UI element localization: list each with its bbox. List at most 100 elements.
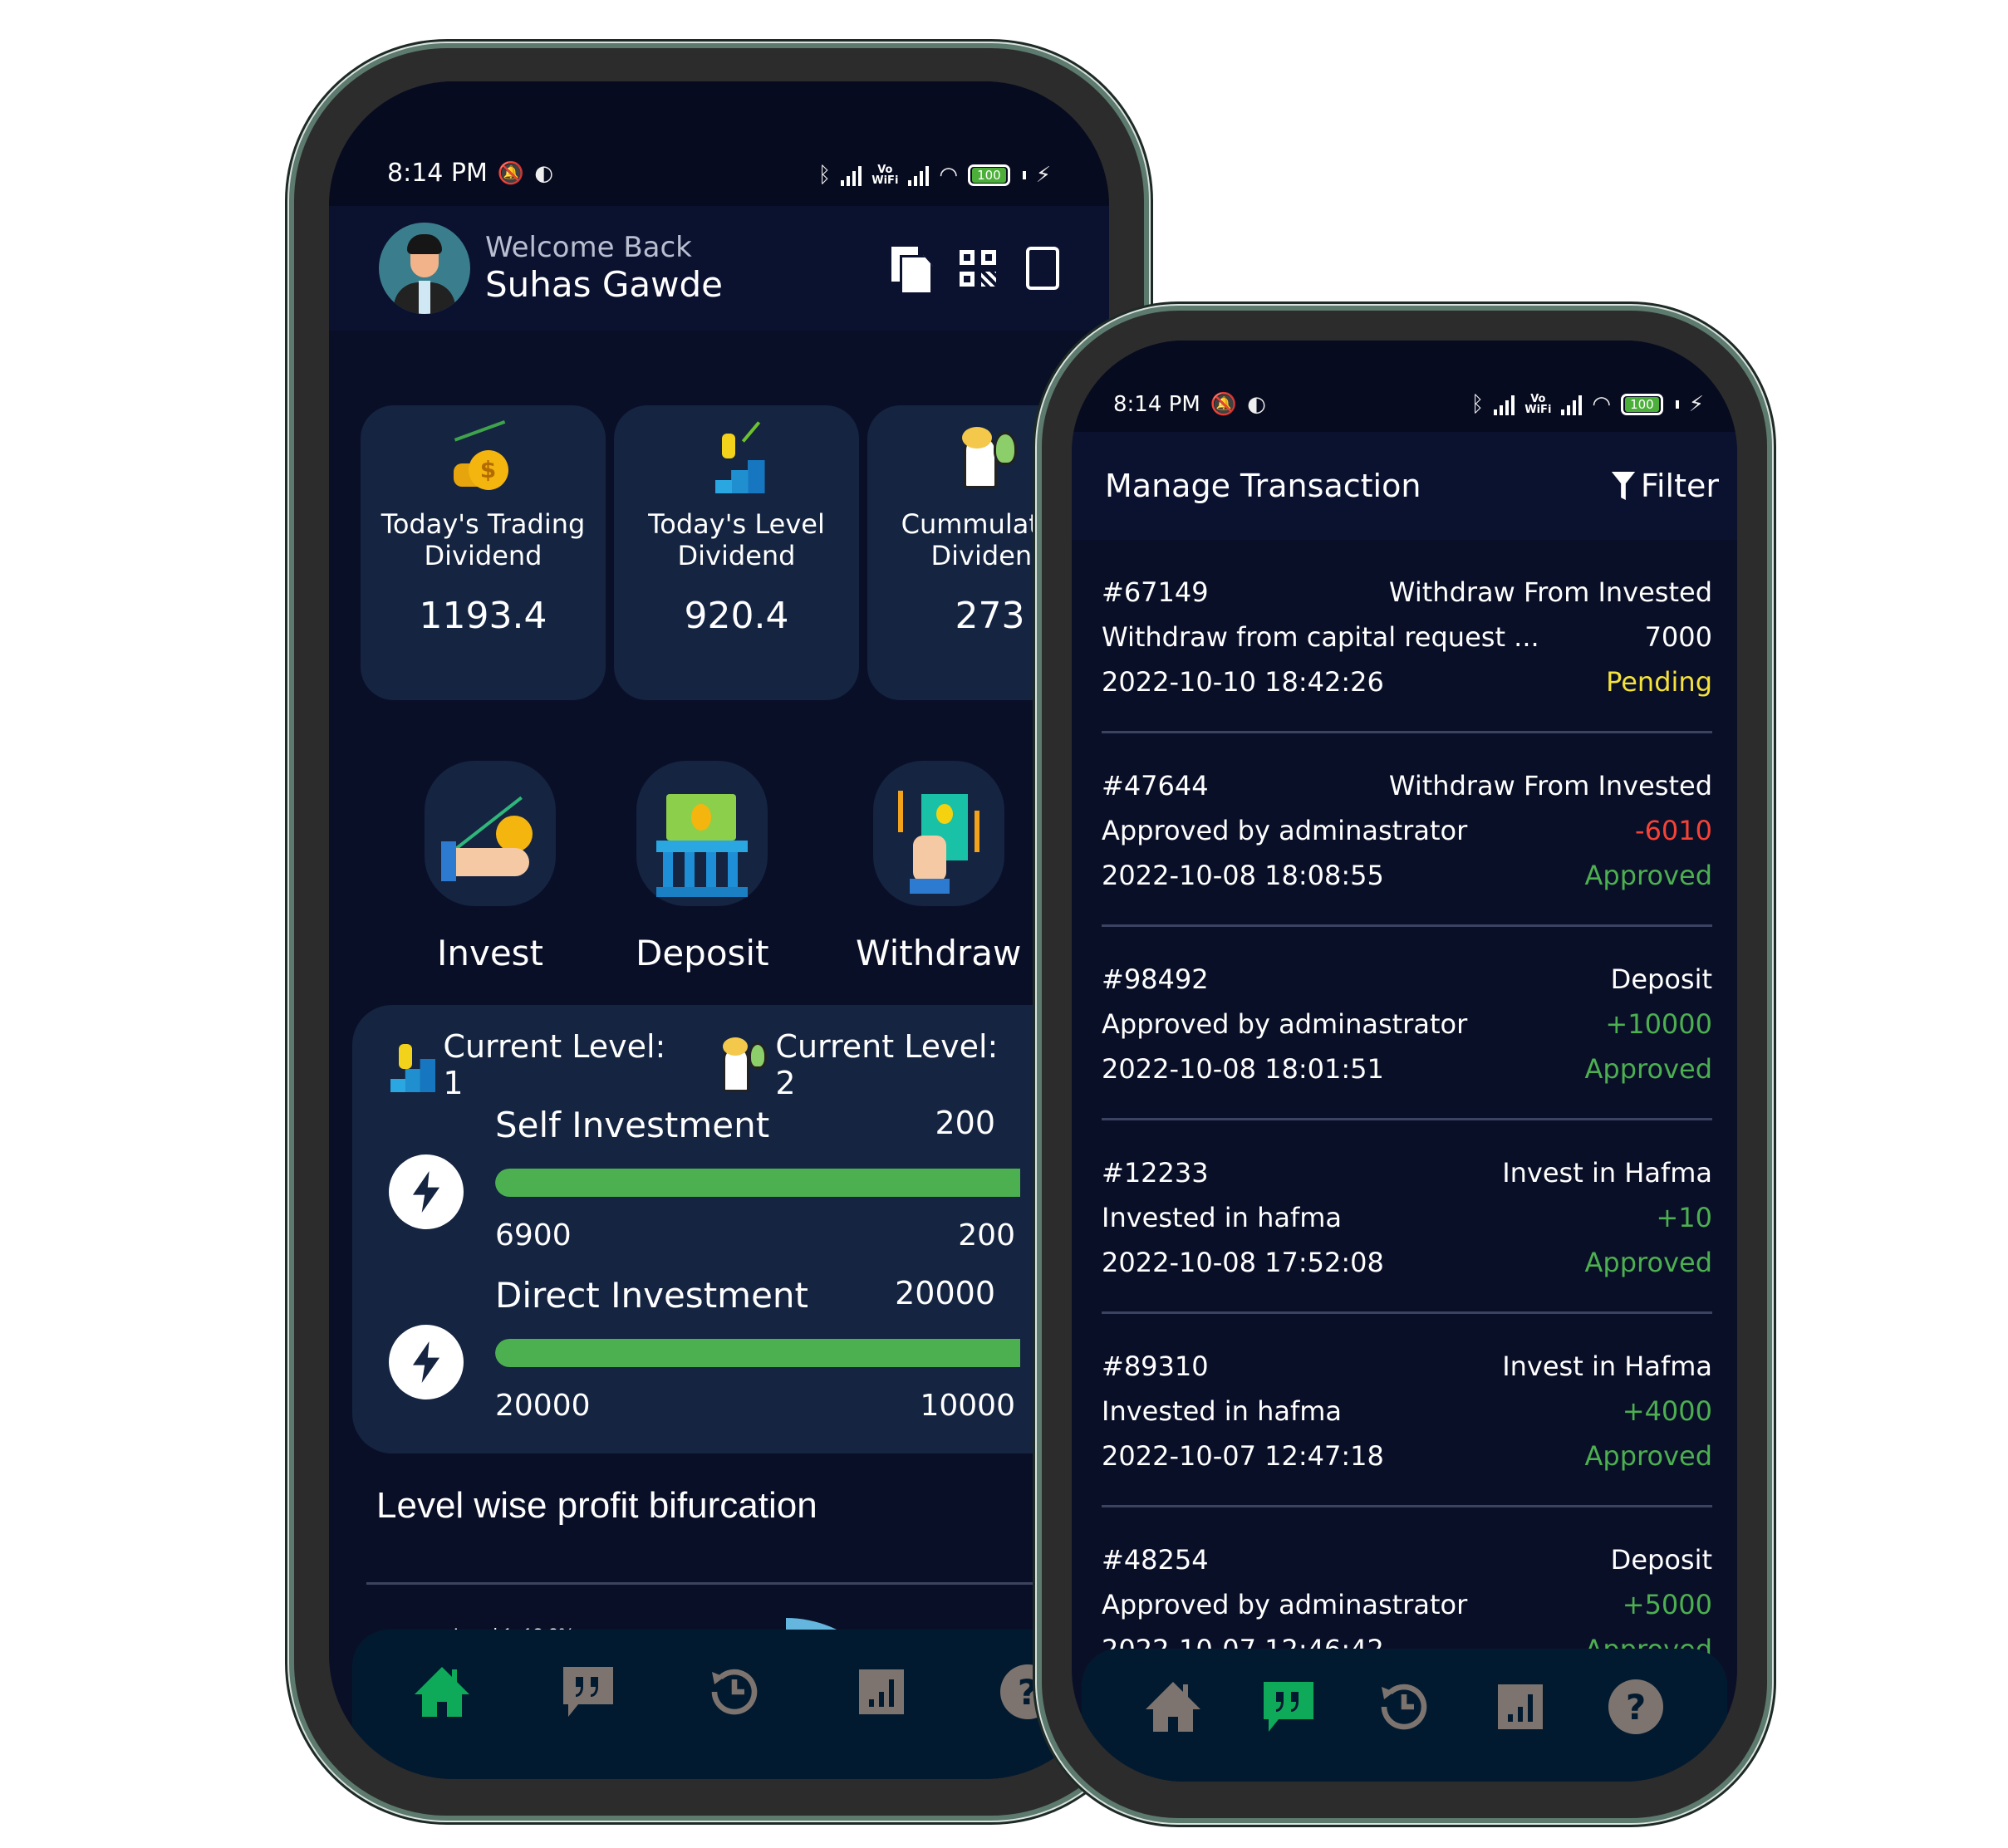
nav-history[interactable] (1374, 1677, 1434, 1737)
transaction-item[interactable]: #47644 Withdraw From Invested Approved by … (1102, 733, 1712, 927)
page-title: Manage Transaction (1105, 468, 1421, 504)
transaction-item[interactable]: #89310 Invest in Hafma Invested in hafma +4… (1102, 1314, 1712, 1507)
bar-chart-icon (858, 1669, 904, 1714)
transaction-id: #89310 (1102, 1350, 1209, 1382)
investment-title: Direct Investment (495, 1275, 808, 1316)
filter-button[interactable]: Filter (1611, 468, 1719, 504)
dividend-cards: $ Today's Trading Dividend 1193.4 Today'… (361, 405, 1109, 700)
transaction-status: Pending (1606, 666, 1712, 698)
transaction-item[interactable]: #67149 Withdraw From Invested Withdraw fro… (1102, 540, 1712, 733)
nav-reports[interactable] (852, 1662, 911, 1722)
transaction-type: Withdraw From Invested (1388, 576, 1712, 608)
businessman-moneybag-icon (957, 427, 1024, 493)
invest-label: Invest (436, 933, 544, 973)
deposit-button[interactable]: Deposit (636, 761, 769, 973)
investment-required: 200 (958, 1218, 1015, 1252)
level-label: Current Level: 2 (775, 1028, 999, 1101)
transaction-description: Approved by adminastrator (1102, 815, 1468, 846)
card-title: Today's Level Dividend (648, 508, 825, 571)
climbing-steps-icon (389, 1037, 435, 1092)
transaction-status: Approved (1584, 860, 1712, 891)
bank-deposit-icon (636, 761, 768, 906)
transaction-type: Withdraw From Invested (1388, 770, 1712, 801)
transaction-status: Approved (1584, 1440, 1712, 1472)
qr-code-icon[interactable] (960, 250, 996, 287)
nav-help[interactable]: ? (1606, 1677, 1666, 1737)
app-circle-icon: ◐ (1247, 392, 1266, 417)
withdraw-label: Withdraw (856, 933, 1022, 973)
nav-home[interactable] (1143, 1677, 1203, 1737)
mute-bell-icon: 🔕 (1210, 392, 1238, 417)
investment-title: Self Investment (495, 1105, 770, 1145)
transaction-id: #67149 (1102, 576, 1209, 608)
svg-text:?: ? (1626, 1687, 1646, 1728)
investment-required: 10000 (920, 1389, 1015, 1423)
withdraw-button[interactable]: Withdraw (856, 761, 1021, 973)
transactions-screen: 8:14 PM 🔕 ◐ ᛒ Vo WiFi ◠ 100 ⚡ Manage Tran… (1072, 341, 1737, 1782)
bluetooth-icon: ᛒ (1470, 392, 1485, 417)
transaction-amount: +10 (1656, 1202, 1712, 1233)
greeting: Welcome Back (485, 231, 692, 264)
investment-target: 20000 (895, 1275, 995, 1311)
quote-bubble-icon (563, 1667, 614, 1717)
nav-history[interactable] (705, 1662, 764, 1722)
status-time: 8:14 PM (1113, 392, 1200, 417)
profit-section-title: Level wise profit bifurcation (376, 1485, 817, 1526)
transaction-amount: 7000 (1644, 621, 1712, 653)
transaction-description: Withdraw from capital request ... (1102, 621, 1539, 653)
filter-label: Filter (1640, 468, 1719, 504)
avatar[interactable] (379, 223, 470, 314)
levels-panel: Current Level: 1 Current Level: 2 Self I… (352, 1005, 1042, 1453)
status-time: 8:14 PM (387, 159, 488, 188)
user-name: Suhas Gawde (485, 264, 724, 305)
current-level-1: Current Level: 1 (389, 1028, 685, 1101)
transaction-amount: -6010 (1635, 815, 1712, 846)
coins-trend-icon: $ (450, 419, 517, 493)
signal-icon (841, 164, 862, 186)
wifi-icon: ◠ (1592, 392, 1612, 417)
transaction-item[interactable]: #98492 Deposit Approved by adminastrator +1… (1102, 927, 1712, 1120)
help-icon: ? (1608, 1679, 1664, 1734)
home-header: Welcome Back Suhas Gawde (329, 206, 1109, 331)
status-bar: 8:14 PM 🔕 ◐ ᛒ Vo WiFi ◠ 100 ⚡ (1072, 341, 1737, 432)
battery-tip (1022, 171, 1026, 179)
phone-transactions: 8:14 PM 🔕 ◐ ᛒ Vo WiFi ◠ 100 ⚡ Manage Tran… (1037, 306, 1772, 1823)
self-investment-progress (495, 1169, 1020, 1197)
transaction-description: Approved by adminastrator (1102, 1008, 1468, 1040)
nav-home[interactable] (412, 1662, 472, 1722)
lightning-icon (389, 1154, 464, 1229)
transaction-description: Invested in hafma (1102, 1202, 1343, 1233)
lightning-icon (389, 1325, 464, 1399)
home-icon (1145, 1682, 1200, 1732)
level-label: Current Level: 1 (443, 1028, 666, 1101)
card-value: 273 (955, 595, 1025, 637)
vowifi-bottom: WiFi (871, 174, 899, 187)
status-bar: 8:14 PM 🔕 ◐ ᛒ Vo WiFi ◠ 100 ⚡ (329, 81, 1109, 206)
nav-quotes[interactable] (558, 1662, 618, 1722)
nav-reports[interactable] (1490, 1677, 1550, 1737)
battery-level: 100 (972, 168, 1006, 183)
signal-icon (1561, 394, 1583, 415)
documents-icon[interactable] (891, 247, 930, 290)
wifi-icon: ◠ (939, 163, 959, 188)
vowifi-icon: Vo WiFi (871, 164, 898, 186)
device-icon[interactable] (1026, 247, 1059, 290)
businessman-moneybag-icon (721, 1037, 768, 1092)
climbing-steps-icon (704, 421, 770, 493)
home-icon (415, 1667, 470, 1717)
battery-icon: 100 (1621, 394, 1663, 415)
current-level-2: Current Level: 2 (721, 1028, 1017, 1101)
charging-icon: ⚡ (1688, 392, 1704, 417)
level-dividend-card[interactable]: Today's Level Dividend 920.4 (614, 405, 859, 700)
transaction-status: Approved (1584, 1053, 1712, 1085)
card-title: Today's Trading Dividend (380, 508, 586, 571)
transaction-item[interactable]: #12233 Invest in Hafma Invested in hafma +1… (1102, 1120, 1712, 1314)
transaction-datetime: 2022-10-08 18:08:55 (1102, 860, 1384, 891)
nav-quotes[interactable] (1259, 1677, 1318, 1737)
card-value: 1193.4 (419, 595, 547, 637)
invest-hand-coin-icon (425, 761, 556, 906)
transaction-type: Invest in Hafma (1502, 1350, 1712, 1382)
invest-button[interactable]: Invest (425, 761, 556, 973)
transaction-type: Deposit (1610, 1544, 1712, 1576)
trading-dividend-card[interactable]: $ Today's Trading Dividend 1193.4 (361, 405, 606, 700)
